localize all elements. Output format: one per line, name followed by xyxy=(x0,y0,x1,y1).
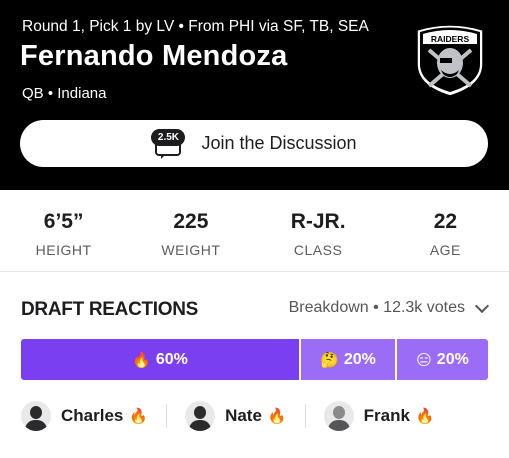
draft-reactions-heading: DRAFT REACTIONS xyxy=(21,299,199,320)
divider xyxy=(304,404,306,428)
stat-value: R-JR. xyxy=(290,210,346,233)
reaction-percent: 20% xyxy=(343,350,376,368)
player-stats: 6’5” HEIGHT 225 WEIGHT R-JR. CLASS 22 AG… xyxy=(0,190,509,272)
reactor-name: Frank xyxy=(363,406,410,425)
stat-value: 225 xyxy=(173,210,209,233)
player-position-school: QB • Indiana xyxy=(22,85,107,102)
join-discussion-button[interactable]: 2.5K Join the Discussion xyxy=(20,120,488,167)
stat-height: 6’5” HEIGHT xyxy=(0,190,127,271)
player-name[interactable]: Fernando Mendoza xyxy=(20,40,287,73)
fire-icon: 🔥 xyxy=(129,408,149,425)
fire-icon: 🔥 xyxy=(132,351,151,369)
thinking-face-icon: 🤔 xyxy=(320,351,339,369)
breakdown-toggle[interactable]: Breakdown • 12.3k votes xyxy=(288,298,490,317)
reactor-name: Nate xyxy=(225,406,262,425)
reactor-frank[interactable]: Frank 🔥 xyxy=(323,401,435,431)
breakdown-label: Breakdown • 12.3k votes xyxy=(288,299,465,316)
stat-label: AGE xyxy=(429,242,461,258)
reaction-bar: 🔥 60% 🤔 20% 😑 20% xyxy=(21,339,488,380)
reactor-nate[interactable]: Nate 🔥 xyxy=(185,401,287,431)
chevron-down-icon xyxy=(474,298,490,313)
fire-icon: 🔥 xyxy=(267,408,287,425)
comment-count-badge: 2.5K xyxy=(151,128,186,146)
comment-bubble-icon: 2.5K xyxy=(151,128,187,159)
stat-label: CLASS xyxy=(293,242,343,258)
join-discussion-label: Join the Discussion xyxy=(201,133,357,153)
logo-wordmark: RAIDERS xyxy=(431,34,470,44)
reactor-charles[interactable]: Charles 🔥 xyxy=(21,401,148,431)
reaction-segment-thinking[interactable]: 🤔 20% xyxy=(301,339,395,380)
stat-age: 22 AGE xyxy=(382,190,509,271)
reaction-segment-fire[interactable]: 🔥 60% xyxy=(21,339,299,380)
reactor-name: Charles xyxy=(61,406,124,425)
stat-class: R-JR. CLASS xyxy=(255,190,382,271)
analyst-reactions: Charles 🔥 Nate 🔥 Frank 🔥 xyxy=(21,398,488,434)
pick-info: Round 1, Pick 1 by LV • From PHI via SF,… xyxy=(22,18,369,35)
stat-label: WEIGHT xyxy=(161,242,221,258)
stat-label: HEIGHT xyxy=(35,242,92,258)
stat-weight: 225 WEIGHT xyxy=(127,190,254,271)
expressionless-face-icon: 😑 xyxy=(416,351,432,369)
reaction-percent: 60% xyxy=(155,350,188,368)
stat-value: 6’5” xyxy=(43,210,84,233)
stat-value: 22 xyxy=(433,210,458,233)
avatar xyxy=(185,401,216,431)
divider xyxy=(166,404,168,428)
fire-icon: 🔥 xyxy=(415,408,435,425)
reaction-percent: 20% xyxy=(436,350,469,368)
raiders-team-logo[interactable]: RAIDERS xyxy=(411,20,489,98)
avatar xyxy=(323,401,354,431)
avatar xyxy=(21,401,51,431)
draft-pick-header: Round 1, Pick 1 by LV • From PHI via SF,… xyxy=(0,0,509,190)
reaction-segment-expressionless[interactable]: 😑 20% xyxy=(397,339,488,380)
